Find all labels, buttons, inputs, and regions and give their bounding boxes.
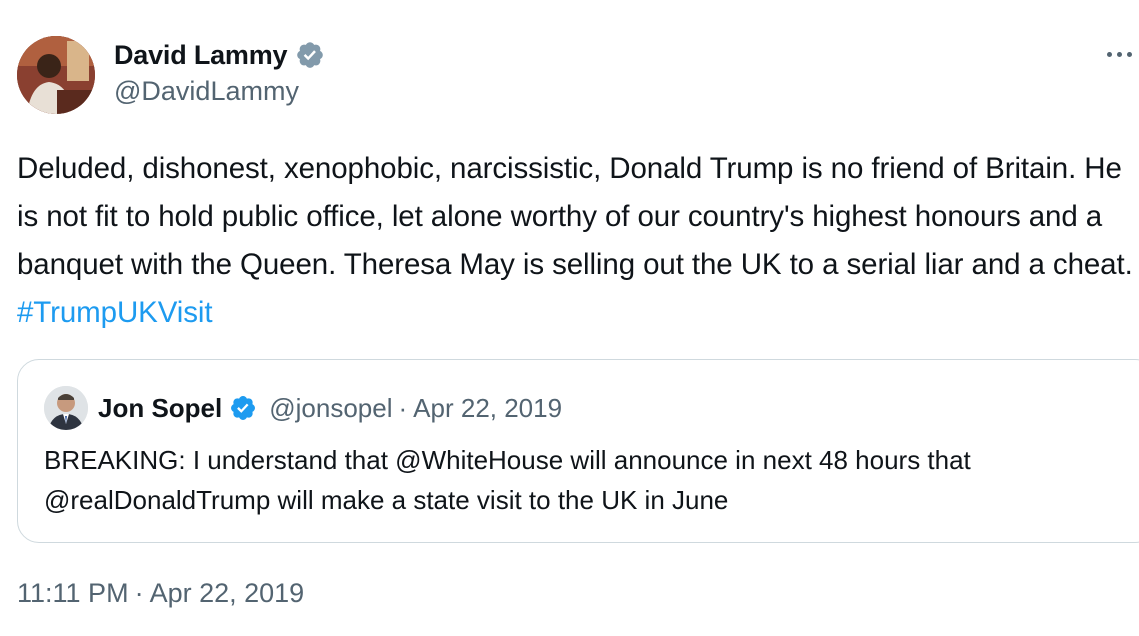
author-name[interactable]: David Lammy [114, 40, 288, 71]
author-info: David Lammy @DavidLammy [114, 38, 325, 107]
tweet-time[interactable]: 11:11 PM [17, 578, 129, 609]
quoted-tweet-text: BREAKING: I understand that @WhiteHouse … [44, 445, 971, 515]
verified-badge-icon[interactable] [229, 394, 257, 422]
more-options-icon[interactable] [1105, 44, 1135, 64]
author-handle[interactable]: @DavidLammy [114, 76, 325, 107]
tweet-body: Deluded, dishonest, xenophobic, narcissi… [17, 152, 1133, 281]
author-avatar[interactable] [17, 36, 95, 114]
tweet-timestamp[interactable]: 11:11 PM · Apr 22, 2019 [17, 578, 304, 609]
quoted-tweet-date[interactable]: Apr 22, 2019 [413, 393, 562, 424]
separator-dot: · [134, 578, 144, 608]
author-name-row: David Lammy [114, 38, 325, 72]
tweet-date[interactable]: Apr 22, 2019 [150, 578, 305, 609]
hashtag-link[interactable]: #TrumpUKVisit [17, 296, 213, 329]
quoted-author-name[interactable]: Jon Sopel [98, 393, 222, 424]
tweet: David Lammy @DavidLammy Deluded, dishone… [0, 0, 1139, 636]
verified-badge-icon[interactable] [295, 40, 325, 70]
tweet-text: Deluded, dishonest, xenophobic, narcissi… [17, 145, 1137, 337]
separator-dot: · [398, 392, 408, 423]
quoted-tweet-header: Jon Sopel @jonsopel · Apr 22, 2019 [98, 390, 562, 426]
quoted-author-handle[interactable]: @jonsopel [269, 393, 392, 424]
quoted-author-avatar[interactable] [44, 386, 88, 430]
quoted-tweet-card[interactable]: Jon Sopel @jonsopel · Apr 22, 2019 BREAK… [17, 359, 1139, 543]
